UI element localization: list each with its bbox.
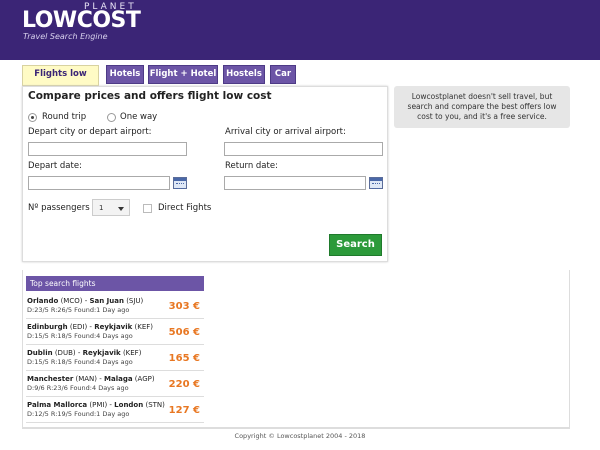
route-meta: D:9/6 R:23/6 Found:4 Days ago — [27, 384, 129, 392]
arrival-city-label: Arrival city or arrival airport: — [225, 127, 346, 137]
route-to: Reykjavik — [82, 349, 121, 357]
passengers-label: Nº passengers — [28, 203, 90, 213]
chevron-down-icon — [118, 207, 124, 211]
footer-divider — [22, 428, 570, 429]
route-to: San Juan — [89, 297, 124, 305]
tab-hostels[interactable]: Hostels — [223, 65, 265, 84]
route-from: Edinburgh — [27, 323, 68, 331]
found-text: Found:4 Days ago — [74, 332, 133, 340]
price: 220 € — [168, 379, 200, 390]
return-date: 18/5 — [57, 332, 73, 340]
depart-date: 9/6 — [34, 384, 45, 392]
route-meta: D:15/5 R:18/5 Found:4 Days ago — [27, 332, 133, 340]
route-to: Reykjavik — [94, 323, 133, 331]
route-meta: D:23/5 R:26/5 Found:1 Day ago — [27, 306, 129, 314]
return-date: 18/5 — [57, 358, 73, 366]
route-to: London — [114, 401, 144, 409]
return-date: 23/6 — [53, 384, 68, 392]
route-from: Palma Mallorca — [27, 401, 88, 409]
round-trip-label[interactable]: Round trip — [42, 112, 86, 122]
search-form: Compare prices and offers flight low cos… — [22, 86, 388, 262]
found-text: Found:4 Days ago — [69, 384, 129, 392]
list-item[interactable]: Palma Mallorca (PMI) - London (STN) D:12… — [26, 398, 204, 423]
info-box: Lowcostplanet doesn't sell travel, but s… — [394, 86, 570, 128]
list-item[interactable]: Manchester (MAN) - Malaga (AGP) D:9/6 R:… — [26, 372, 204, 397]
depart-date-input[interactable] — [28, 176, 170, 190]
logo[interactable]: PLANET LOWCOST Travel Search Engine — [22, 2, 141, 44]
route-text: Dublin (DUB) - Reykjavik (KEF) — [27, 349, 142, 357]
passengers-value: 1 — [99, 204, 104, 212]
direct-flights-label[interactable]: Direct Fights — [158, 203, 211, 213]
list-item[interactable]: Dublin (DUB) - Reykjavik (KEF) D:15/5 R:… — [26, 346, 204, 371]
route-to-code: (KEF) — [134, 323, 154, 331]
route-to-code: (SJU) — [126, 297, 144, 305]
passengers-select[interactable]: 1 — [92, 199, 130, 216]
price: 303 € — [168, 301, 200, 312]
price: 506 € — [168, 327, 200, 338]
top-search-section: Top search flights Orlando (MCO) - San J… — [22, 270, 570, 428]
route-to-code: (KEF) — [122, 349, 142, 357]
arrival-city-input[interactable] — [224, 142, 383, 156]
route-from-code: (DUB) — [54, 349, 76, 357]
header: PLANET LOWCOST Travel Search Engine — [0, 0, 600, 60]
route-to-code: (STN) — [145, 401, 165, 409]
price: 165 € — [168, 353, 200, 364]
route-from: Manchester — [27, 375, 74, 383]
price: 127 € — [168, 405, 200, 416]
return-date-label: Return date: — [225, 161, 278, 171]
found-text: Found:4 Days ago — [74, 358, 133, 366]
depart-date: 15/5 — [34, 358, 49, 366]
return-date: 19/5 — [57, 410, 73, 418]
radio-one-way[interactable] — [107, 113, 116, 122]
route-meta: D:12/5 R:19/5 Found:1 Day ago — [27, 410, 129, 418]
tab-car[interactable]: Car — [270, 65, 296, 84]
top-search-title: Top search flights — [26, 276, 204, 291]
depart-city-input[interactable] — [28, 142, 187, 156]
depart-date: 12/5 — [34, 410, 49, 418]
route-from-code: (EDI) — [69, 323, 88, 331]
search-button[interactable]: Search — [329, 234, 382, 256]
route-meta: D:15/5 R:18/5 Found:4 Days ago — [27, 358, 133, 366]
depart-city-label: Depart city or depart airport: — [28, 127, 152, 137]
route-from: Dublin — [27, 349, 53, 357]
logo-main-text: LOWCOST — [22, 8, 141, 33]
route-from: Orlando — [27, 297, 59, 305]
route-text: Orlando (MCO) - San Juan (SJU) — [27, 297, 144, 305]
route-to: Malaga — [104, 375, 133, 383]
tab-hotels[interactable]: Hotels — [106, 65, 144, 84]
route-to-code: (AGP) — [134, 375, 155, 383]
direct-flights-checkbox[interactable] — [143, 204, 152, 213]
list-item[interactable]: Edinburgh (EDI) - Reykjavik (KEF) D:15/5… — [26, 320, 204, 345]
route-text: Palma Mallorca (PMI) - London (STN) — [27, 401, 165, 409]
depart-date: 15/5 — [34, 332, 49, 340]
route-text: Edinburgh (EDI) - Reykjavik (KEF) — [27, 323, 154, 331]
route-text: Manchester (MAN) - Malaga (AGP) — [27, 375, 155, 383]
calendar-icon[interactable] — [173, 177, 187, 189]
route-from-code: (PMI) — [89, 401, 108, 409]
depart-date-label: Depart date: — [28, 161, 82, 171]
tab-flight-hotel[interactable]: Flight + Hotel — [148, 65, 218, 84]
return-date: 26/5 — [57, 306, 73, 314]
footer-copyright: Copyright © Lowcostplanet 2004 - 2018 — [234, 432, 366, 440]
route-from-code: (MAN) — [75, 375, 98, 383]
logo-tagline: Travel Search Engine — [23, 32, 108, 41]
depart-date: 23/5 — [34, 306, 49, 314]
one-way-label[interactable]: One way — [120, 112, 157, 122]
found-text: Found:1 Day ago — [74, 410, 130, 418]
route-from-code: (MCO) — [60, 297, 83, 305]
tab-flights-low-cost[interactable]: Flights low cost — [22, 65, 99, 96]
list-item[interactable]: Orlando (MCO) - San Juan (SJU) D:23/5 R:… — [26, 294, 204, 319]
radio-round-trip[interactable] — [28, 113, 37, 122]
form-title: Compare prices and offers flight low cos… — [28, 90, 272, 102]
return-date-input[interactable] — [224, 176, 366, 190]
calendar-icon[interactable] — [369, 177, 383, 189]
found-text: Found:1 Day ago — [74, 306, 130, 314]
